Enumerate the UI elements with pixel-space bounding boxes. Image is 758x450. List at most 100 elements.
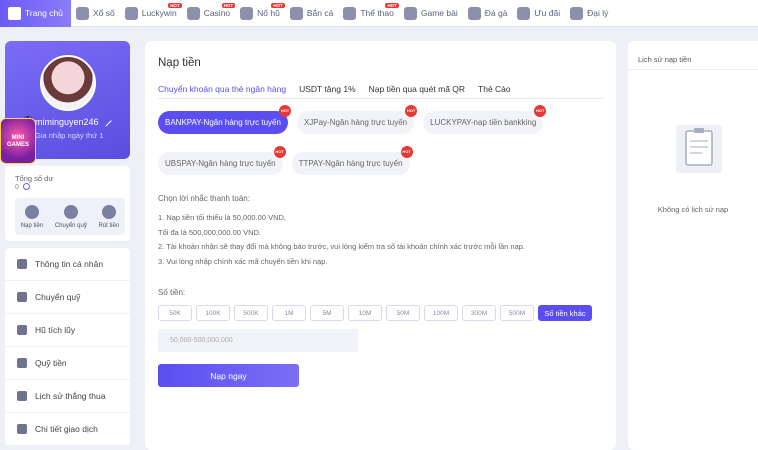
hot-badge: HOT — [385, 2, 399, 8]
avatar[interactable] — [40, 55, 96, 111]
balance-card: Tổng số dư 0 Nạp tiền Chuyển quỹ Rút tiề… — [5, 166, 130, 241]
deposit-action[interactable]: Nạp tiền — [20, 204, 44, 229]
nav-item-6[interactable]: Thể thao HOT — [338, 0, 399, 27]
nav-item-3[interactable]: Casino HOT — [182, 0, 236, 27]
tab-1[interactable]: USDT tặng 1% — [299, 84, 356, 99]
balance-label: Tổng số dư — [15, 174, 54, 183]
nav-item-label: Luckywin — [141, 8, 177, 18]
side-menu-label: Thông tin cá nhân — [35, 259, 104, 269]
quick-actions: Nạp tiền Chuyển quỹ Rút tiền — [15, 198, 125, 235]
instruction-line: 2. Tài khoản nhận sẽ thay đổi mà không b… — [158, 242, 526, 251]
side-menu-label: Lịch sử thắng thua — [35, 391, 106, 401]
hot-badge: HOT — [271, 2, 285, 8]
tab-3[interactable]: Thẻ Cào — [478, 84, 511, 99]
tab-divider — [158, 98, 603, 99]
deposit-action-label: Nạp tiền — [20, 222, 44, 229]
payment-method-label: UBSPAY-Ngân hàng trực tuyến — [165, 159, 276, 168]
deposit-tabs: Chuyển khoản qua thẻ ngân hàng USDT tặng … — [158, 84, 524, 99]
amount-chip[interactable]: 50K — [158, 305, 192, 321]
amount-chip[interactable]: 50M — [386, 305, 420, 321]
amount-chip[interactable]: 100K — [196, 305, 230, 321]
payment-method-label: BANKPAY-Ngân hàng trực tuyến — [165, 118, 281, 127]
nav-item-7[interactable]: Game bài — [399, 0, 463, 27]
amount-chip[interactable]: 500M — [500, 305, 534, 321]
nav-item-8[interactable]: Đá gà — [463, 0, 513, 27]
amount-input[interactable] — [158, 329, 358, 352]
payment-method-3[interactable]: UBSPAY-Ngân hàng trực tuyến HOT — [158, 146, 286, 175]
nav-item-2[interactable]: Luckywin HOT — [120, 0, 182, 27]
side-menu-item-2[interactable]: Hũ tích lũy — [5, 314, 130, 347]
amount-options: 50K 100K 500K 1M 5M 10M 50M 100M 300M 500M Số tiền… — [158, 305, 592, 321]
slot-icon — [240, 6, 254, 20]
hot-badge: HOT — [405, 105, 418, 117]
other-amount-chip[interactable]: Số tiền khác — [538, 305, 592, 321]
hot-badge: HOT — [534, 105, 547, 117]
payment-method-label: XJPay-Ngân hàng trực tuyến — [303, 118, 408, 127]
tab-2[interactable]: Nạp tiền qua quét mã QR — [369, 84, 465, 99]
instructions-title: Chọn lời nhắc thanh toán: — [158, 194, 250, 203]
balance-value: 0 — [15, 184, 19, 191]
amount-chip[interactable]: 500K — [234, 305, 268, 321]
amount-chip[interactable]: 300M — [462, 305, 496, 321]
payment-method-4[interactable]: TTPAY-Ngân hàng trực tuyến HOT — [291, 146, 413, 175]
instruction-line: Tối đa là 500,000,000.00 VND. — [158, 227, 261, 237]
sport-icon — [343, 6, 357, 20]
amount-chip[interactable]: 100M — [424, 305, 458, 321]
edit-icon[interactable] — [100, 115, 112, 127]
mini-games-logo[interactable]: MINI GAMES — [0, 118, 36, 164]
payment-method-label: TTPAY-Ngân hàng trực tuyến — [298, 159, 403, 168]
nav-item-9[interactable]: Ưu đãi — [512, 0, 565, 27]
payment-method-1[interactable]: XJPay-Ngân hàng trực tuyến HOT — [296, 105, 418, 134]
side-menu-item-1[interactable]: Chuyển quỹ — [5, 281, 130, 314]
amount-chip[interactable]: 1M — [272, 305, 306, 321]
withdraw-icon — [101, 204, 116, 219]
side-menu-item-0[interactable]: Thông tin cá nhân — [5, 248, 130, 281]
nav-item-label: Ưu đãi — [534, 8, 561, 18]
side-menu-label: Chuyển quỹ — [35, 292, 81, 302]
user-icon — [17, 259, 27, 269]
nav-item-label: Bắn cá — [306, 8, 334, 18]
hot-badge: HOT — [400, 146, 413, 158]
amount-chip[interactable]: 10M — [348, 305, 382, 321]
jar-icon — [17, 325, 27, 335]
instruction-line: 1. Nạp tiền tối thiểu là 50,000.00 VND, — [158, 213, 286, 222]
side-menu-item-5[interactable]: Chi tiết giao dịch — [5, 413, 130, 446]
nav-item-0[interactable]: Trang chủ — [0, 0, 71, 27]
casino-icon — [186, 6, 200, 20]
nav-item-label: Nổ hũ — [257, 8, 280, 18]
history-icon — [17, 391, 27, 401]
amount-label: Số tiền: — [158, 288, 186, 297]
side-menu-item-4[interactable]: Lịch sử thắng thua — [5, 380, 130, 413]
payment-method-label: LUCKYPAY-nạp tiền bankking — [430, 118, 537, 127]
hot-badge: HOT — [221, 2, 236, 8]
amount-chip[interactable]: 5M — [310, 305, 344, 321]
username: miminguyen246 — [35, 117, 99, 127]
nav-item-10[interactable]: Đại lý — [565, 0, 613, 27]
top-nav: Trang chủ Xổ số Luckywin HOT Casino HOT Nổ hũ H… — [0, 0, 758, 27]
tab-0[interactable]: Chuyển khoản qua thẻ ngân hàng — [158, 84, 287, 99]
transfer-action[interactable]: Chuyển quỹ — [54, 204, 87, 229]
nav-item-label: Trang chủ — [25, 8, 63, 18]
join-date: Gia nhập ngày thứ 1 — [35, 131, 104, 140]
nav-item-label: Game bài — [420, 8, 458, 18]
nav-item-label: Xổ số — [92, 8, 115, 18]
transfer-action-label: Chuyển quỹ — [54, 222, 87, 229]
agent-icon — [570, 6, 584, 20]
nav-item-label: Thể thao — [360, 8, 394, 18]
deposit-submit-button[interactable]: Nạp ngay — [158, 364, 299, 387]
instruction-line: 3. Vui lòng nhập chính xác mã chuyển tiề… — [158, 256, 328, 266]
side-menu-label: Quỹ tiền — [35, 358, 67, 368]
empty-clipboard-icon — [676, 125, 722, 173]
hot-badge: HOT — [168, 2, 182, 8]
nav-item-4[interactable]: Nổ hũ HOT — [235, 0, 285, 27]
side-menu-item-3[interactable]: Quỹ tiền — [5, 347, 130, 380]
refresh-icon[interactable] — [23, 183, 30, 190]
payment-method-0[interactable]: BANKPAY-Ngân hàng trực tuyến HOT — [158, 105, 291, 134]
nav-item-1[interactable]: Xổ số — [71, 0, 120, 27]
payment-method-2[interactable]: LUCKYPAY-nạp tiền bankking HOT — [423, 105, 547, 134]
nav-item-5[interactable]: Bắn cá — [285, 0, 338, 27]
transfer-icon — [63, 204, 78, 219]
wallet-icon — [17, 292, 27, 302]
withdraw-action[interactable]: Rút tiền — [98, 204, 119, 229]
deposit-icon — [24, 204, 39, 219]
